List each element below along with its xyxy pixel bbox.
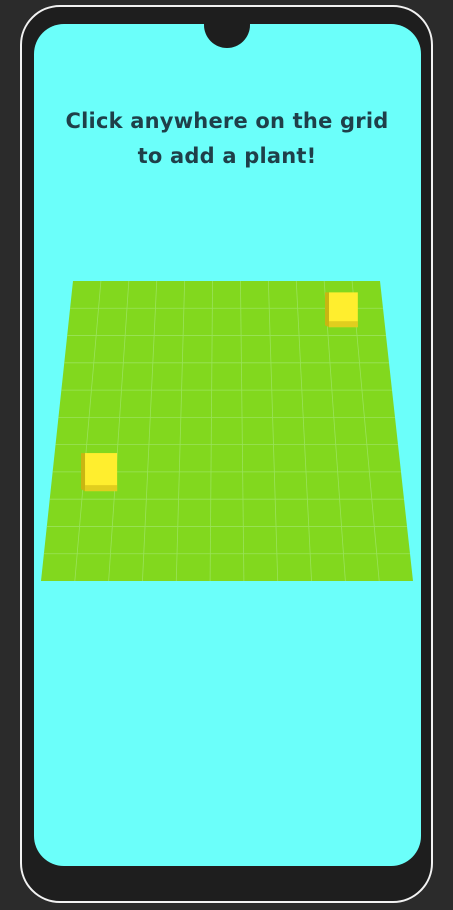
plant-bottom-shade	[329, 321, 358, 328]
plant-2	[81, 453, 118, 492]
plant-bottom-shade	[85, 485, 118, 492]
plant-side-face	[81, 453, 86, 492]
game-canvas[interactable]	[0, 0, 453, 910]
plant-side-face	[325, 292, 330, 328]
plant-1	[325, 292, 358, 328]
